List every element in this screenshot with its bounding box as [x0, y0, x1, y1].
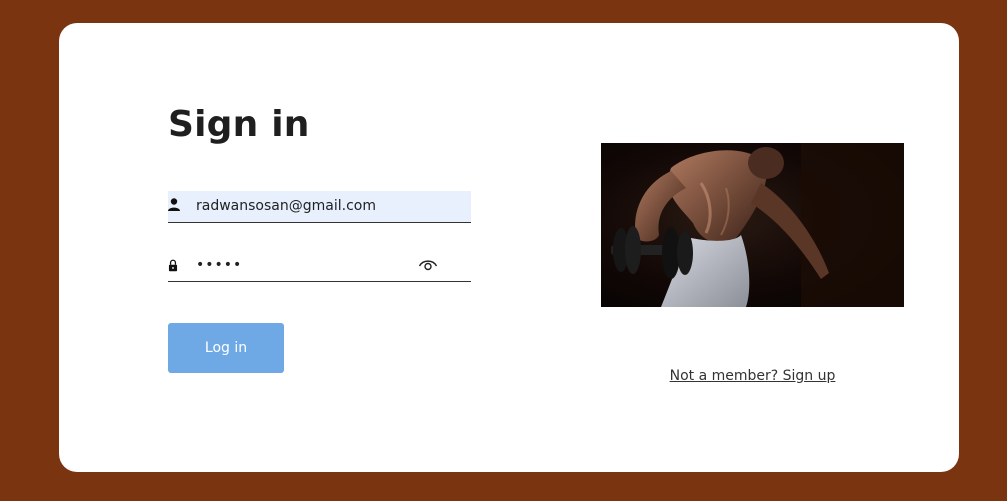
password-field[interactable] — [196, 250, 416, 280]
password-field-wrapper — [168, 250, 471, 282]
sign-in-card: Sign in Log in — [59, 23, 959, 472]
eye-icon[interactable] — [418, 256, 438, 274]
email-field[interactable] — [196, 191, 416, 221]
email-field-wrapper — [168, 191, 471, 223]
lock-icon — [168, 259, 178, 272]
user-icon — [168, 198, 180, 211]
fitness-hero-image — [601, 143, 904, 307]
page-title: Sign in — [168, 104, 310, 145]
login-button[interactable]: Log in — [168, 323, 284, 373]
signup-link[interactable]: Not a member? Sign up — [601, 368, 904, 384]
